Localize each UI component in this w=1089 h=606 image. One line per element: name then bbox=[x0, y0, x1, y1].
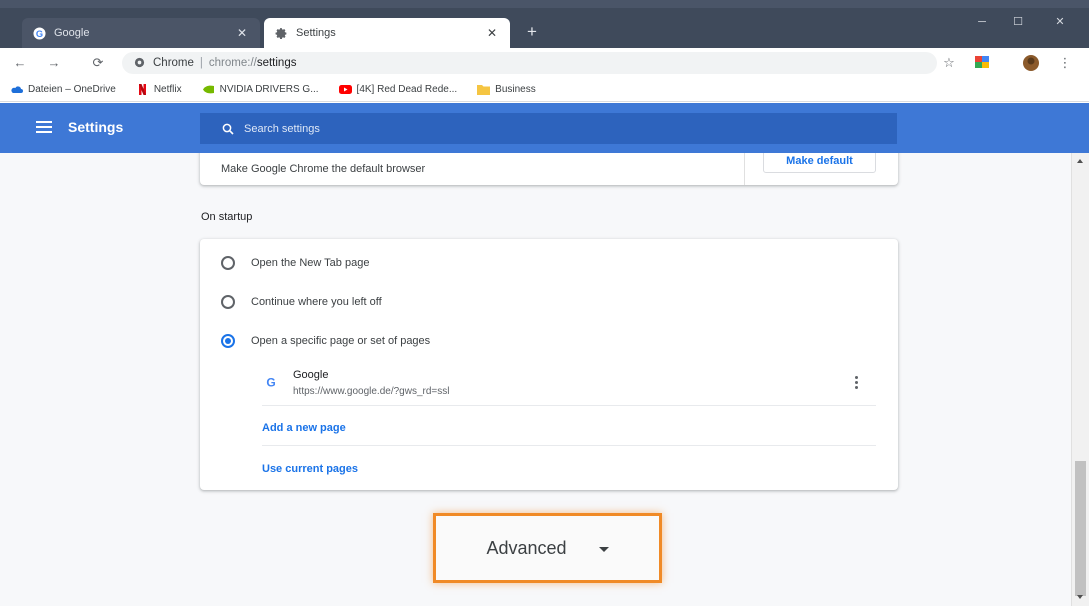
tab-settings-title: Settings bbox=[296, 27, 336, 39]
startup-option-label: Open a specific page or set of pages bbox=[251, 335, 431, 347]
tab-google-close-icon[interactable]: ✕ bbox=[234, 26, 250, 40]
advanced-button[interactable]: Advanced bbox=[433, 513, 662, 583]
bookmark-label: Dateien – OneDrive bbox=[28, 84, 116, 95]
bookmark-label: [4K] Red Dead Rede... bbox=[356, 84, 458, 95]
bookmark-label: NVIDIA DRIVERS G... bbox=[219, 84, 319, 95]
profile-avatar[interactable] bbox=[1022, 54, 1040, 72]
bookmark-red-dead[interactable]: [4K] Red Dead Rede... bbox=[338, 84, 458, 95]
onedrive-cloud-icon bbox=[10, 84, 23, 95]
startup-option-label: Open the New Tab page bbox=[251, 257, 370, 269]
address-url-scheme: chrome:// bbox=[208, 57, 257, 69]
bookmark-onedrive[interactable]: Dateien – OneDrive bbox=[10, 84, 116, 95]
bookmarks-bar: Dateien – OneDrive Netflix NVIDIA DRIVER… bbox=[0, 78, 1089, 102]
startup-option-continue[interactable]: Continue where you left off bbox=[221, 295, 382, 309]
more-vert-icon[interactable] bbox=[850, 374, 862, 394]
radio-button[interactable] bbox=[221, 256, 235, 270]
scroll-down-arrow-icon[interactable] bbox=[1077, 595, 1083, 599]
startup-option-new-tab[interactable]: Open the New Tab page bbox=[221, 256, 369, 270]
tab-settings-close-icon[interactable]: ✕ bbox=[484, 26, 500, 40]
radio-button-checked[interactable] bbox=[221, 334, 235, 348]
tab-settings[interactable]: Settings ✕ bbox=[264, 18, 510, 48]
svg-text:G: G bbox=[35, 28, 42, 38]
google-favicon-icon: G bbox=[32, 26, 46, 40]
startup-page-url: https://www.google.de/?gws_rd=ssl bbox=[293, 386, 450, 397]
minimize-icon[interactable]: ─ bbox=[968, 12, 996, 32]
search-input[interactable] bbox=[244, 122, 844, 135]
window-title-band bbox=[0, 0, 1089, 8]
startup-page-name: Google bbox=[293, 369, 329, 381]
caret-down-icon bbox=[598, 546, 609, 552]
scroll-up-arrow-icon[interactable] bbox=[1077, 159, 1083, 163]
on-startup-heading: On startup bbox=[201, 211, 253, 223]
make-default-button[interactable]: Make default bbox=[763, 153, 876, 173]
forward-arrow-icon[interactable]: → bbox=[44, 53, 64, 73]
tab-strip: G Google ✕ Settings ✕ + ─ ☐ ✕ bbox=[0, 0, 1089, 48]
menu-hamburger-icon[interactable] bbox=[36, 121, 52, 134]
radio-button[interactable] bbox=[221, 295, 235, 309]
bookmark-nvidia[interactable]: NVIDIA DRIVERS G... bbox=[202, 84, 319, 95]
address-url-path: settings bbox=[256, 57, 297, 69]
tab-google[interactable]: G Google ✕ bbox=[22, 18, 260, 48]
browser-toolbar: ← → ⟳ Chrome | chrome:// settings ☆ ⋮ bbox=[0, 48, 1089, 78]
address-bar[interactable]: Chrome | chrome:// settings bbox=[122, 52, 937, 74]
bookmark-label: Business bbox=[495, 84, 536, 95]
settings-header: Settings bbox=[0, 103, 1089, 153]
google-g-icon: G bbox=[264, 375, 278, 390]
startup-page-entry: G Google https://www.google.de/?gws_rd=s… bbox=[262, 366, 876, 406]
search-box[interactable] bbox=[200, 113, 897, 144]
on-startup-card: Open the New Tab page Continue where you… bbox=[200, 239, 898, 490]
use-current-pages-link[interactable]: Use current pages bbox=[262, 463, 876, 475]
bookmark-netflix[interactable]: Netflix bbox=[136, 84, 182, 95]
advanced-label: Advanced bbox=[486, 537, 567, 558]
nvidia-icon bbox=[202, 84, 215, 95]
folder-icon bbox=[477, 84, 491, 95]
back-arrow-icon[interactable]: ← bbox=[10, 53, 30, 73]
maximize-icon[interactable]: ☐ bbox=[1004, 12, 1032, 32]
default-browser-text: Make Google Chrome the default browser bbox=[221, 163, 426, 175]
reload-icon[interactable]: ⟳ bbox=[88, 53, 108, 73]
bookmark-folder-business[interactable]: Business bbox=[477, 84, 536, 95]
youtube-icon bbox=[338, 84, 352, 95]
search-icon bbox=[222, 123, 234, 135]
bookmark-label: Netflix bbox=[153, 84, 182, 95]
card-divider bbox=[744, 153, 745, 185]
address-scheme-label: Chrome bbox=[153, 57, 194, 69]
new-tab-plus-icon[interactable]: + bbox=[522, 22, 542, 42]
scrollbar[interactable] bbox=[1071, 153, 1089, 606]
star-bookmark-icon[interactable]: ☆ bbox=[940, 54, 958, 72]
default-browser-card: Make Google Chrome the default browser M… bbox=[200, 153, 898, 185]
gear-icon bbox=[274, 26, 288, 40]
settings-content: Make Google Chrome the default browser M… bbox=[0, 153, 1089, 606]
startup-option-specific-pages[interactable]: Open a specific page or set of pages bbox=[221, 334, 430, 348]
svg-text:G: G bbox=[266, 376, 275, 390]
tab-google-title: Google bbox=[54, 27, 90, 39]
extension-icon[interactable] bbox=[974, 54, 992, 72]
window-close-icon[interactable]: ✕ bbox=[1046, 12, 1074, 32]
chrome-page-icon bbox=[134, 57, 146, 69]
netflix-icon bbox=[136, 84, 149, 95]
more-vert-icon[interactable]: ⋮ bbox=[1056, 54, 1074, 72]
page-title: Settings bbox=[68, 119, 124, 135]
address-separator: | bbox=[199, 57, 203, 69]
add-new-page-link[interactable]: Add a new page bbox=[262, 422, 876, 446]
scrollbar-thumb[interactable] bbox=[1075, 461, 1086, 596]
startup-option-label: Continue where you left off bbox=[251, 296, 382, 308]
